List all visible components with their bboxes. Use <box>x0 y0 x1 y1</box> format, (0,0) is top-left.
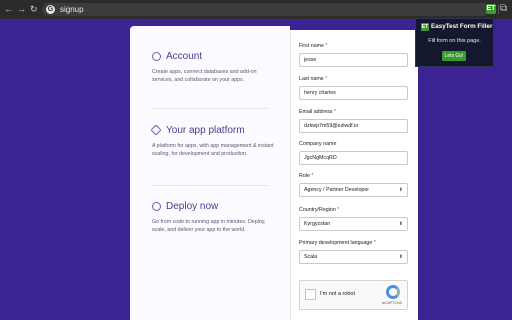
first-name-input[interactable]: jesse <box>299 53 408 67</box>
last-name-label: Last name * <box>299 76 328 82</box>
chevron-updown-icon: ⬍ <box>398 187 403 193</box>
chevron-updown-icon: ⬍ <box>398 221 403 227</box>
toolbar-divider <box>498 5 499 14</box>
recaptcha-checkbox[interactable] <box>305 289 316 300</box>
feature-divider <box>152 108 268 109</box>
feature-title: Account <box>166 51 203 62</box>
popup-title: EasyTest Form Filler <box>431 23 493 30</box>
email-input[interactable]: dzkwp7m59@ezlwdf.io <box>299 119 408 133</box>
reload-icon[interactable]: ↻ <box>30 4 38 14</box>
role-label: Role * <box>299 173 314 179</box>
easytest-popup: ET EasyTest Form Filler Fill form on thi… <box>415 18 494 67</box>
lets-go-button[interactable]: Lets Go! <box>442 51 466 61</box>
address-bar[interactable]: G signup <box>42 3 489 16</box>
extensions-puzzle-icon[interactable]: ⧉ <box>500 3 507 14</box>
language-select[interactable]: Scala ⬍ <box>299 250 408 264</box>
email-label: Email address * <box>299 109 337 115</box>
email-value: dzkwp7m59@ezlwdf.io <box>304 123 359 129</box>
recaptcha-widget: I'm not a robot reCAPTCHA <box>299 280 408 310</box>
language-value: Scala <box>304 254 318 260</box>
country-value: Kyrgyzstan <box>304 221 331 227</box>
forward-arrow-icon[interactable]: → <box>17 4 26 14</box>
last-name-value: henry charles <box>304 90 336 96</box>
feature-description: A platform for apps, with app management… <box>152 143 274 157</box>
feature-title: Your app platform <box>166 125 245 136</box>
language-label: Primary development language * <box>299 240 376 246</box>
feature-description: Create apps, connect databases and add-o… <box>152 69 257 83</box>
easytest-extension-icon[interactable]: ET <box>486 4 496 14</box>
google-icon: G <box>46 5 55 14</box>
feature-title: Deploy now <box>166 201 219 212</box>
recaptcha-brand: reCAPTCHA <box>382 301 402 305</box>
chevron-updown-icon: ⬍ <box>398 254 403 260</box>
address-bar-url[interactable]: signup <box>60 5 84 14</box>
recaptcha-logo-icon <box>386 285 400 299</box>
account-icon <box>152 52 161 61</box>
country-select[interactable]: Kyrgyzstan ⬍ <box>299 217 408 231</box>
company-input[interactable]: JgcNgMcqRD <box>299 151 408 165</box>
company-label: Company name <box>299 141 337 147</box>
recaptcha-label: I'm not a robot <box>320 291 355 297</box>
first-name-label: First name * <box>299 43 328 49</box>
feature-divider <box>152 185 268 186</box>
role-select[interactable]: Agency / Partner Developer ⬍ <box>299 183 408 197</box>
company-value: JgcNgMcqRD <box>304 155 337 161</box>
popup-message: Fill form on this page. <box>428 38 481 44</box>
back-arrow-icon[interactable]: ← <box>4 4 13 14</box>
easytest-logo-icon: ET <box>421 23 429 31</box>
deploy-icon <box>152 202 161 211</box>
role-value: Agency / Partner Developer <box>304 187 370 193</box>
country-label: Country/Region * <box>299 207 340 213</box>
last-name-input[interactable]: henry charles <box>299 86 408 100</box>
feature-description: Go from code to running app in minutes. … <box>152 219 266 233</box>
browser-toolbar: ← → ↻ G signup ET ⧉ <box>0 0 512 19</box>
first-name-value: jesse <box>304 57 317 63</box>
